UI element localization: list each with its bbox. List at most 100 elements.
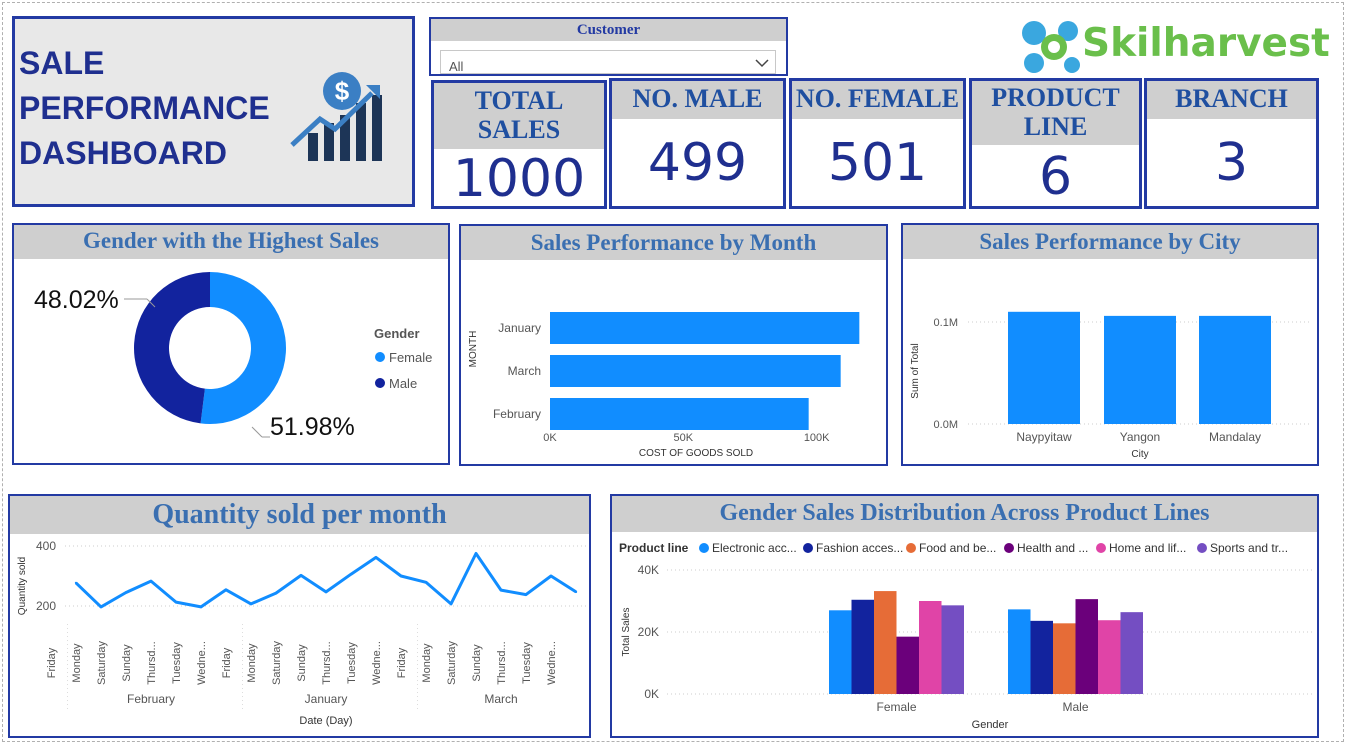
- legend-male-marker: [375, 378, 385, 388]
- grouped-legend-marker: [906, 543, 916, 553]
- donut-slice-female[interactable]: [200, 272, 286, 424]
- no-female-label: NO. FEMALE: [792, 81, 963, 119]
- grouped-ytick: 40K: [638, 563, 659, 577]
- quantity-point[interactable]: [274, 591, 278, 595]
- legend-male-label: Male: [389, 376, 417, 391]
- total-sales-value: 1000: [452, 149, 586, 209]
- line-xtick: Thursd...: [321, 641, 333, 684]
- month-xlabel: COST OF GOODS SOLD: [639, 448, 753, 459]
- line-xtick: Sunday: [471, 644, 483, 682]
- quantity-point[interactable]: [299, 574, 303, 577]
- grouped-bar-male[interactable]: [1008, 609, 1031, 694]
- no-male-value: 499: [647, 133, 748, 193]
- quantity-point[interactable]: [74, 581, 78, 585]
- grouped-legend-label[interactable]: Home and lif...: [1109, 541, 1186, 555]
- line-xtick: Friday: [396, 647, 408, 678]
- svg-text:$: $: [335, 76, 350, 106]
- city-bar-naypyitaw[interactable]: [1008, 311, 1080, 424]
- quantity-point[interactable]: [249, 602, 253, 606]
- grouped-bar-female[interactable]: [941, 605, 965, 694]
- total-sales-card: TOTAL SALES 1000: [431, 80, 607, 209]
- grouped-ylabel: Total Sales: [621, 608, 632, 657]
- line-xtick: Saturday: [446, 640, 458, 685]
- grouped-bar-male[interactable]: [1120, 612, 1144, 694]
- grouped-legend-label[interactable]: Food and be...: [919, 541, 996, 555]
- grouped-ytick: 0K: [644, 687, 659, 701]
- product-lines-panel: Gender Sales Distribution Across Product…: [610, 494, 1319, 738]
- logo-text: Skilharvest: [1082, 21, 1330, 66]
- city-bar-yangon[interactable]: [1104, 315, 1176, 424]
- quantity-point[interactable]: [174, 600, 178, 604]
- grouped-bar-female[interactable]: [896, 636, 920, 694]
- city-chart-title: Sales Performance by City: [903, 225, 1317, 259]
- month-bar-february[interactable]: [550, 398, 809, 430]
- quantity-point[interactable]: [374, 556, 378, 559]
- grouped-bar-female[interactable]: [851, 599, 875, 694]
- dropdown-value: All: [449, 59, 464, 74]
- no-male-card: NO. MALE 499: [609, 78, 786, 209]
- quantity-point[interactable]: [449, 602, 453, 606]
- quantity-point[interactable]: [124, 591, 128, 594]
- quantity-point[interactable]: [524, 593, 528, 596]
- total-sales-label-1: TOTAL: [474, 86, 564, 115]
- quantity-point[interactable]: [199, 605, 203, 609]
- grouped-bar-female[interactable]: [874, 591, 897, 694]
- customer-dropdown[interactable]: All: [440, 50, 776, 74]
- grouped-bar-male[interactable]: [1053, 623, 1076, 694]
- legend-female-label: Female: [389, 350, 432, 365]
- no-female-card: NO. FEMALE 501: [789, 78, 966, 209]
- line-xtick: Monday: [71, 643, 83, 683]
- line-xtick: Tuesday: [346, 642, 358, 684]
- city-ytick: 0.0M: [934, 419, 958, 431]
- grouped-bar-female[interactable]: [829, 610, 852, 694]
- line-xtick: Sunday: [296, 644, 308, 682]
- grouped-category-label: Male: [1062, 700, 1088, 714]
- donut-chart-title: Gender with the Highest Sales: [14, 225, 448, 259]
- quantity-point[interactable]: [574, 590, 578, 594]
- grouped-bar-male[interactable]: [1098, 620, 1121, 694]
- line-xtick: Tuesday: [171, 642, 183, 684]
- quantity-point[interactable]: [399, 574, 403, 578]
- quantity-point[interactable]: [324, 590, 328, 594]
- product-line-card: PRODUCT LINE 6: [969, 78, 1142, 209]
- slicer-label: Customer: [576, 22, 641, 38]
- grouped-legend-label[interactable]: Sports and tr...: [1210, 541, 1288, 555]
- quantity-point[interactable]: [499, 588, 503, 592]
- growth-chart-icon: $: [290, 72, 382, 161]
- quantity-point[interactable]: [549, 574, 553, 578]
- line-xtick: Saturday: [96, 640, 108, 685]
- line-xtick: Wedne...: [196, 641, 208, 685]
- month-ylabel: MONTH: [468, 331, 479, 368]
- city-bar-mandalay[interactable]: [1199, 315, 1271, 424]
- quantity-point[interactable]: [424, 581, 428, 584]
- quantity-point[interactable]: [224, 588, 228, 591]
- month-bar-panel: Sales Performance by Month 0K 50K 100K Janu…: [459, 224, 888, 466]
- grouped-bar-male[interactable]: [1075, 599, 1099, 694]
- grouped-legend-label[interactable]: Health and ...: [1017, 541, 1088, 555]
- line-xtick: Thursd...: [146, 641, 158, 684]
- quantity-point[interactable]: [99, 605, 103, 609]
- grouped-bar-female[interactable]: [919, 601, 942, 694]
- month-bar-march[interactable]: [550, 355, 841, 387]
- grouped-legend-marker: [1096, 543, 1106, 553]
- product-lines-bar-chart: Product line Electronic acc... Fashion acc…: [619, 541, 1312, 731]
- legend-title: Gender: [374, 326, 420, 341]
- brand-logo: Skilharvest: [1020, 19, 1330, 75]
- donut-slice-male[interactable]: [134, 272, 210, 424]
- line-ylabel: Quantity sold: [17, 557, 28, 615]
- no-female-value: 501: [827, 133, 928, 193]
- grouped-legend-label[interactable]: Electronic acc...: [712, 541, 797, 555]
- quantity-point[interactable]: [349, 573, 353, 576]
- month-bar-january[interactable]: [550, 312, 860, 344]
- grouped-bar-male[interactable]: [1030, 620, 1054, 694]
- quantity-point[interactable]: [149, 579, 153, 583]
- quantity-point[interactable]: [474, 552, 478, 555]
- donut-chart: 48.02% 51.98% Gender Female Male: [34, 272, 432, 441]
- line-xlabel: Date (Day): [299, 715, 352, 727]
- month-bar-chart: 0K 50K 100K January March February COST OF GOO…: [468, 312, 860, 459]
- city-bar-panel: Sales Performance by City 0.0M 0.1M Naypyi…: [901, 223, 1319, 466]
- chevron-down-icon: [755, 59, 769, 68]
- line-ytick: 200: [36, 599, 56, 613]
- line-month-label: February: [127, 692, 175, 706]
- grouped-legend-label[interactable]: Fashion acces...: [816, 541, 903, 555]
